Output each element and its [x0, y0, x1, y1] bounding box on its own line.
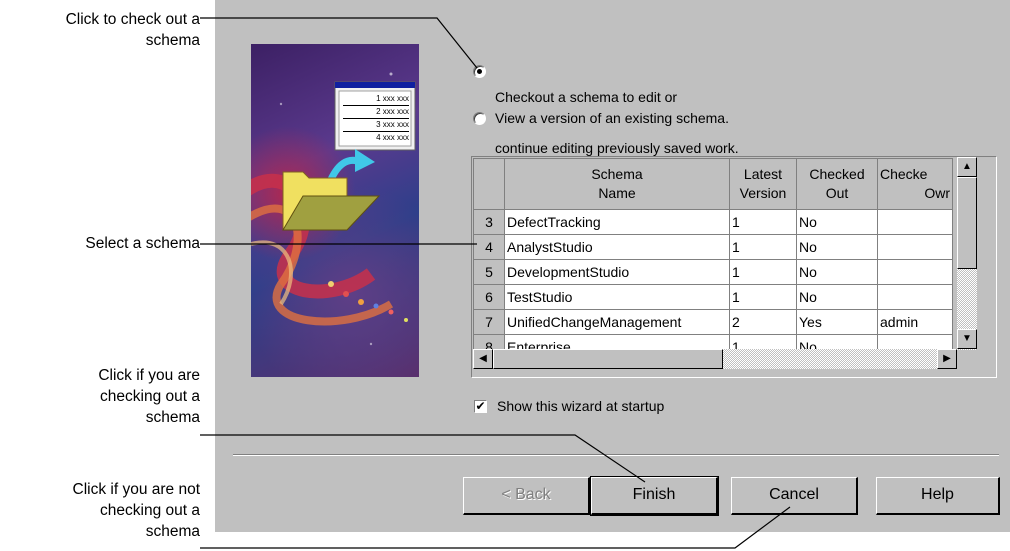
callout-leader-lines — [200, 17, 791, 549]
